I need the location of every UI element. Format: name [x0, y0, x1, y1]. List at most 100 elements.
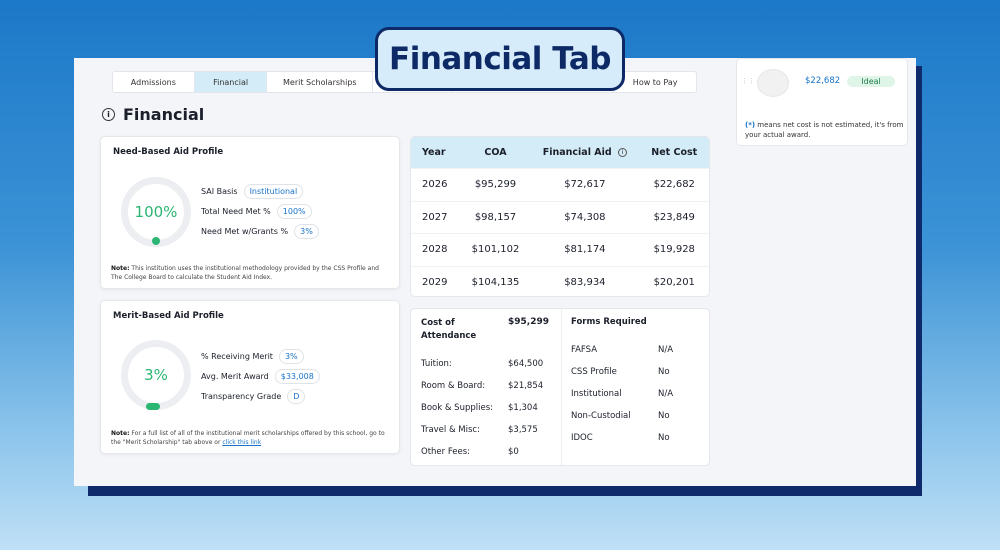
cell-year: 2028	[422, 244, 448, 256]
tab-merit-scholarships[interactable]: Merit Scholarships	[267, 72, 374, 92]
cell-coa: $98,157	[474, 211, 517, 223]
side-note-star: (*)	[745, 121, 756, 129]
coa-item-label: Tuition:	[421, 359, 452, 369]
merit-note: Note: For a full list of all of the inst…	[111, 429, 391, 447]
tab-financial[interactable]: Financial	[194, 72, 268, 92]
need-row-value: Institutional	[243, 184, 304, 199]
cell-net: $22,682	[653, 179, 695, 191]
table-row: 2028 $101,102 $81,174 $19,928	[411, 233, 709, 266]
need-row-value: 3%	[294, 224, 319, 239]
header-year: Year	[422, 147, 446, 158]
merit-row-value: $33,008	[274, 369, 320, 384]
need-ring-indicator	[152, 237, 160, 245]
school-logo	[757, 69, 789, 97]
tab-admissions[interactable]: Admissions	[113, 72, 195, 92]
merit-row-label: % Receiving Merit	[201, 352, 273, 361]
info-icon[interactable]: i	[618, 148, 627, 157]
table-row: 2027 $98,157 $74,308 $23,849	[411, 200, 709, 234]
section-title: Financial	[123, 105, 205, 124]
side-summary-card: ⋮⋮ $22,682 Ideal (*) means net cost is n…	[736, 58, 908, 146]
coa-breakdown-card: Cost of Attendance $95,299 Tuition: $64,…	[410, 308, 710, 466]
merit-row-value: D	[287, 389, 306, 404]
need-note-text: This institution uses the institutional …	[111, 265, 379, 281]
need-based-card: Need-Based Aid Profile 100% SAI Basis In…	[100, 136, 400, 289]
form-label: CSS Profile	[571, 367, 617, 377]
coa-item-value: $0	[508, 447, 519, 457]
header-financial-aid-label: Financial Aid	[542, 147, 612, 158]
coa-item-value: $3,575	[508, 425, 538, 435]
cell-coa: $104,135	[471, 276, 520, 288]
cost-table-header: Year COA Financial Aid i Net Cost	[411, 137, 709, 168]
coa-header-value: $95,299	[508, 317, 549, 327]
info-icon[interactable]: i	[102, 108, 115, 121]
cell-net: $20,201	[653, 276, 695, 288]
coa-item-label: Book & Supplies:	[421, 403, 494, 413]
cell-coa: $95,299	[474, 179, 517, 191]
coa-item-label: Room & Board:	[421, 381, 486, 391]
merit-scholarship-link[interactable]: click this link	[222, 439, 261, 446]
cell-net: $23,849	[653, 211, 695, 223]
need-row-sai: SAI Basis Institutional	[201, 184, 304, 199]
merit-row-label: Transparency Grade	[201, 392, 282, 401]
merit-based-card: Merit-Based Aid Profile 3% % Receiving M…	[100, 300, 400, 454]
need-note: Note: This institution uses the institut…	[111, 264, 391, 282]
cell-year: 2029	[422, 276, 448, 288]
coa-item-value: $1,304	[508, 403, 538, 413]
need-row-total-met: Total Need Met % 100%	[201, 204, 312, 219]
merit-row-transparency: Transparency Grade D	[201, 389, 306, 404]
cell-aid: $74,308	[564, 211, 606, 223]
cell-year: 2026	[422, 179, 448, 191]
merit-row-avg-award: Avg. Merit Award $33,008	[201, 369, 320, 384]
need-note-label: Note:	[111, 265, 130, 272]
merit-row-label: Avg. Merit Award	[201, 372, 269, 381]
cell-coa: $101,102	[471, 244, 520, 256]
form-label: IDOC	[571, 433, 593, 443]
merit-ring-value: 3%	[144, 366, 168, 384]
coa-item-value: $64,500	[508, 359, 544, 369]
merit-ring-indicator	[146, 403, 160, 410]
coa-item-label: Travel & Misc:	[421, 425, 480, 435]
need-row-label: Total Need Met %	[201, 207, 271, 216]
form-value: No	[658, 411, 670, 421]
header-coa: COA	[484, 147, 507, 158]
coa-item-label: Other Fees:	[421, 447, 471, 457]
need-row-grants: Need Met w/Grants % 3%	[201, 224, 319, 239]
side-note-text: means net cost is not estimated, it's fr…	[745, 121, 904, 139]
header-financial-aid: Financial Aid i	[530, 147, 639, 158]
need-row-label: SAI Basis	[201, 187, 238, 196]
cell-aid: $81,174	[564, 244, 606, 256]
form-value: No	[658, 367, 670, 377]
header-net-cost: Net Cost	[651, 147, 698, 158]
merit-note-label: Note:	[111, 430, 130, 437]
form-label: Institutional	[571, 389, 622, 399]
need-row-value: 100%	[276, 204, 312, 219]
need-based-title: Need-Based Aid Profile	[113, 147, 224, 157]
merit-row-value: 3%	[278, 349, 304, 364]
cell-aid: $83,934	[564, 276, 606, 288]
forms-required-section: Forms Required FAFSA N/A CSS Profile No …	[561, 309, 711, 465]
coa-header-label: Cost of Attendance	[421, 318, 477, 341]
coa-item-value: $21,854	[508, 381, 544, 391]
form-value: N/A	[658, 345, 674, 355]
cell-net: $19,928	[653, 244, 695, 256]
form-value: No	[658, 433, 670, 443]
side-net-cost: $22,682	[805, 76, 841, 86]
cell-aid: $72,617	[564, 179, 606, 191]
ideal-badge: Ideal	[847, 76, 895, 87]
table-row: 2026 $95,299 $72,617 $22,682	[411, 168, 709, 201]
drag-handle-icon[interactable]: ⋮⋮	[741, 77, 755, 85]
cost-table: Year COA Financial Aid i Net Cost 2026 $…	[410, 136, 710, 297]
merit-based-title: Merit-Based Aid Profile	[113, 311, 224, 321]
main-panel: Admissions Financial Merit Scholarships …	[74, 58, 916, 486]
form-label: FAFSA	[571, 345, 598, 355]
forms-title: Forms Required	[571, 317, 647, 327]
form-value: N/A	[658, 389, 674, 399]
section-header: i Financial	[102, 105, 204, 124]
merit-row-receiving: % Receiving Merit 3%	[201, 349, 304, 364]
cell-year: 2027	[422, 211, 448, 223]
table-row: 2029 $104,135 $83,934 $20,201	[411, 265, 709, 297]
tab-how-to-pay[interactable]: How to Pay	[614, 72, 696, 92]
side-note: (*) means net cost is not estimated, it'…	[745, 120, 905, 140]
form-label: Non-Custodial	[571, 411, 631, 421]
need-row-label: Need Met w/Grants %	[201, 227, 289, 236]
